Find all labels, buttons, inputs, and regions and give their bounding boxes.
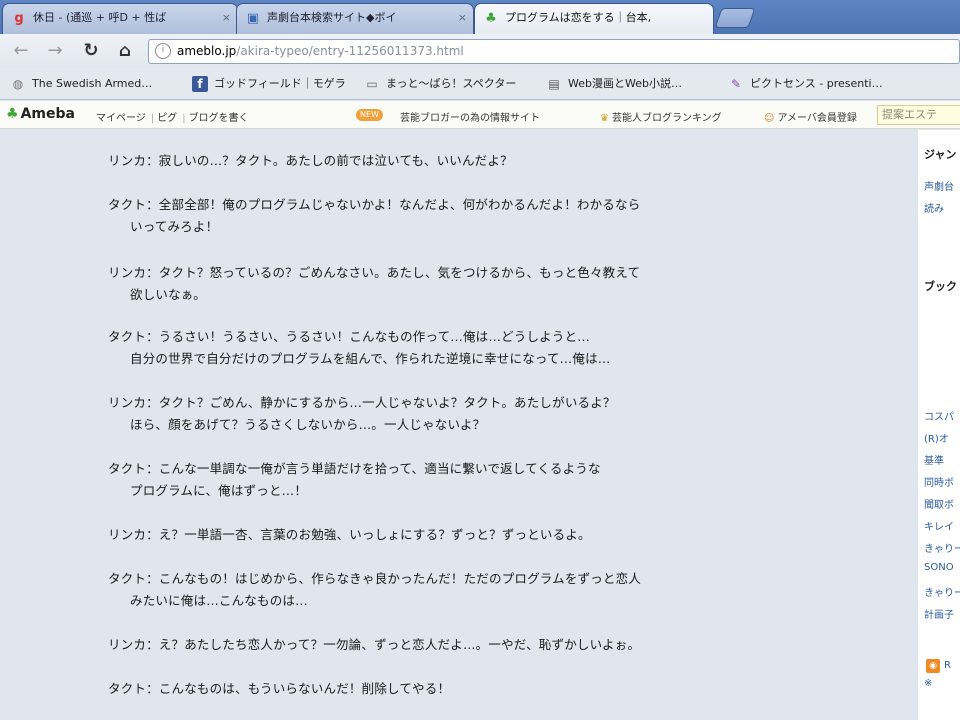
divider: |: [182, 113, 186, 124]
promo-link[interactable]: 芸能ブロガーの為の情報サイト: [400, 109, 540, 124]
dialogue-line-continuation: みたいに俺は…こんなものは…: [130, 593, 308, 608]
ameba-logo[interactable]: ♣ Ameba: [6, 106, 75, 122]
sidebar-heading: ジャン: [924, 148, 957, 161]
sidebar-link[interactable]: 同時ボ: [924, 474, 954, 489]
dialogue-line-continuation: ほら、顔をあげて？うるさくしないから…。一人じゃないよ？: [130, 417, 486, 432]
ameba-nav-links: マイページ | ピグ | ブログを書く: [96, 109, 251, 124]
dialogue-line: リンカ：寂しいの…？タクト。あたしの前では泣いても、いいんだよ？: [108, 153, 513, 168]
smiley-icon: ☺: [764, 113, 775, 124]
sidebar-link[interactable]: SONO: [924, 562, 954, 573]
tab-2[interactable]: ▣ 声劇台本検索サイト◆ボイ ×: [236, 3, 474, 34]
tab-title: 休日 - (通巡 + 呼D + 性ば: [33, 11, 167, 24]
address-bar[interactable]: i ameblo.jp/akira-typeo/entry-1125601137…: [148, 39, 960, 64]
ameba-search-input[interactable]: 提案エステ: [877, 105, 960, 125]
dialogue-line-continuation: 自分の世界で自分だけのプログラムを組んで、作られた逆境に幸せになって…俺は…: [130, 351, 611, 366]
reload-icon[interactable]: ↻: [80, 40, 102, 62]
tab-title: 声劇台本検索サイト◆ボイ: [267, 11, 397, 24]
ranking-link[interactable]: ♛ 芸能人ブログランキング: [600, 109, 722, 124]
back-icon[interactable]: ←: [10, 40, 32, 62]
url-path: /akira-typeo/entry-11256011373.html: [236, 44, 464, 58]
bookmarks-bar: ◍ The Swedish Armed… f ゴッドフィールド｜モゲラ ▭ まっ…: [0, 68, 960, 100]
rss-icon[interactable]: ◉: [926, 659, 940, 673]
home-icon[interactable]: ⌂: [114, 40, 136, 62]
tab-title: プログラムは恋をする｜台本,: [505, 11, 652, 24]
sidebar-link[interactable]: コスパ: [924, 408, 954, 423]
right-sidebar: ジャン 声劇台 読み ブック コスパ (R)オ基準同時ボ聞取ボキレイきゃりー SON…: [918, 130, 960, 720]
bookmark-label: ピクトセンス - presenti…: [750, 77, 883, 90]
dialogue-line: タクト：全部全部！俺のプログラムじゃないかよ！なんだよ、何がわかるんだよ！わかる…: [108, 197, 641, 212]
dialogue-line-continuation: プログラムに、俺はずっと…！: [130, 483, 308, 498]
bookmark-label: Web漫画とWeb小説…: [568, 77, 682, 90]
dialogue-line: リンカ：タクト？ごめん、静かにするから…一人じゃないよ？タクト。あたしがいるよ？: [108, 395, 616, 410]
bookmark-item[interactable]: ▤ Web漫画とWeb小説…: [546, 75, 682, 93]
new-tab-button[interactable]: [714, 8, 756, 28]
folder-icon: ▭: [366, 77, 378, 91]
bookmark-item[interactable]: ◍ The Swedish Armed…: [10, 75, 153, 93]
dialogue-line-continuation: 欲しいなぁ。: [130, 287, 206, 302]
globe-icon: ◍: [12, 77, 24, 91]
rss-label[interactable]: R: [944, 660, 951, 671]
sidebar-link[interactable]: 読み: [924, 200, 944, 215]
crown-icon: ♛: [600, 113, 609, 124]
dialogue-line: リンカ：え？一単語一杏、言葉のお勉強、いっしょにする？ずっと？ずっといるよ。: [108, 527, 591, 542]
tab-3-active[interactable]: ♣ プログラムは恋をする｜台本,: [474, 3, 714, 34]
pigg-link[interactable]: ピグ: [157, 113, 177, 124]
rss-sub: ※: [924, 678, 933, 689]
mypage-link[interactable]: マイページ: [96, 113, 146, 124]
ameba-leaf-icon: ♣: [485, 11, 497, 26]
sidebar-link[interactable]: きゃりー: [924, 540, 960, 555]
dialogue-line: リンカ：タクト？怒っているの？ごめんなさい。あたし、気をつけるから、もっと色々教…: [108, 265, 641, 280]
register-link[interactable]: ☺ アメーバ会員登録: [764, 109, 857, 124]
bookmark-label: The Swedish Armed…: [32, 77, 153, 90]
browser-toolbar: ← → ↻ ⌂ i ameblo.jp/akira-typeo/entry-11…: [0, 34, 960, 68]
bookmark-item[interactable]: f ゴッドフィールド｜モゲラ: [192, 75, 346, 93]
bookmark-item[interactable]: ▭ まっと～ばら！スペクター: [364, 75, 516, 93]
ameba-header: ♣ Ameba マイページ | ピグ | ブログを書く NEW 芸能ブロガーの為の情報サイ…: [0, 101, 960, 129]
sidebar-link[interactable]: 声劇台: [924, 178, 954, 193]
forward-icon[interactable]: →: [44, 40, 66, 62]
sidebar-link[interactable]: 計画子: [924, 606, 954, 621]
ranking-label: 芸能人ブログランキング: [611, 113, 722, 124]
ameba-logo-text: Ameba: [20, 106, 75, 122]
bookmark-label: ゴッドフィールド｜モゲラ: [214, 77, 346, 90]
page-icon: ▣: [246, 11, 260, 26]
dialogue-line: タクト：こんなもの！はじめから、作らなきゃ良かったんだ！ただのプログラムをずっと…: [108, 571, 642, 586]
sidebar-link[interactable]: キレイ: [924, 518, 954, 533]
new-badge: NEW: [356, 109, 383, 121]
register-label: アメーバ会員登録: [777, 113, 857, 124]
tab-strip: g 休日 - (通巡 + 呼D + 性ば × ▣ 声劇台本検索サイト◆ボイ × …: [0, 0, 960, 34]
sidebar-heading: ブック: [924, 280, 957, 293]
close-icon[interactable]: ×: [458, 4, 467, 32]
sidebar-link[interactable]: 基準: [924, 452, 944, 467]
dialogue-line-continuation: いってみろよ！: [130, 219, 219, 234]
dialogue-line: タクト：うるさい！うるさい、うるさい！こんなもの作って…俺は…どうしようと…: [108, 329, 590, 344]
dialogue-line: タクト：こんなものは、もういらないんだ！削除してやる！: [108, 681, 451, 696]
sidebar-link[interactable]: きゃりー: [924, 584, 960, 599]
close-icon[interactable]: ×: [222, 4, 231, 32]
tab-1[interactable]: g 休日 - (通巡 + 呼D + 性ば ×: [2, 3, 238, 34]
dialogue-line: タクト：こんな一単調な一俺が言う単語だけを拾って、適当に繋いで返してくるような: [108, 461, 601, 476]
divider: |: [150, 113, 155, 124]
write-blog-link[interactable]: ブログを書く: [189, 113, 249, 124]
blog-entry-body: リンカ：寂しいの…？タクト。あたしの前では泣いても、いいんだよ？ タクト：全部全部…: [0, 130, 918, 720]
url-host: ameblo.jp: [177, 44, 237, 58]
sidebar-link[interactable]: 聞取ボ: [924, 496, 954, 511]
dialogue-line: リンカ：え？あたしたち恋人かって？一勿論、ずっと恋人だよ…。一やだ、恥ずかしいよ…: [108, 637, 641, 652]
page-info-icon[interactable]: i: [155, 43, 171, 59]
bookmark-label: まっと～ばら！スペクター: [386, 77, 517, 90]
bookmark-item[interactable]: ✎ ピクトセンス - presenti…: [728, 75, 883, 93]
google-icon: g: [14, 11, 24, 26]
url-text: ameblo.jp/akira-typeo/entry-11256011373.…: [177, 44, 464, 58]
page-icon: ▤: [548, 77, 560, 91]
sidebar-link[interactable]: (R)オ: [924, 430, 949, 445]
facebook-icon: f: [192, 76, 208, 92]
pictsense-icon: ✎: [730, 77, 742, 91]
ameba-leaf-icon: ♣: [6, 106, 19, 122]
